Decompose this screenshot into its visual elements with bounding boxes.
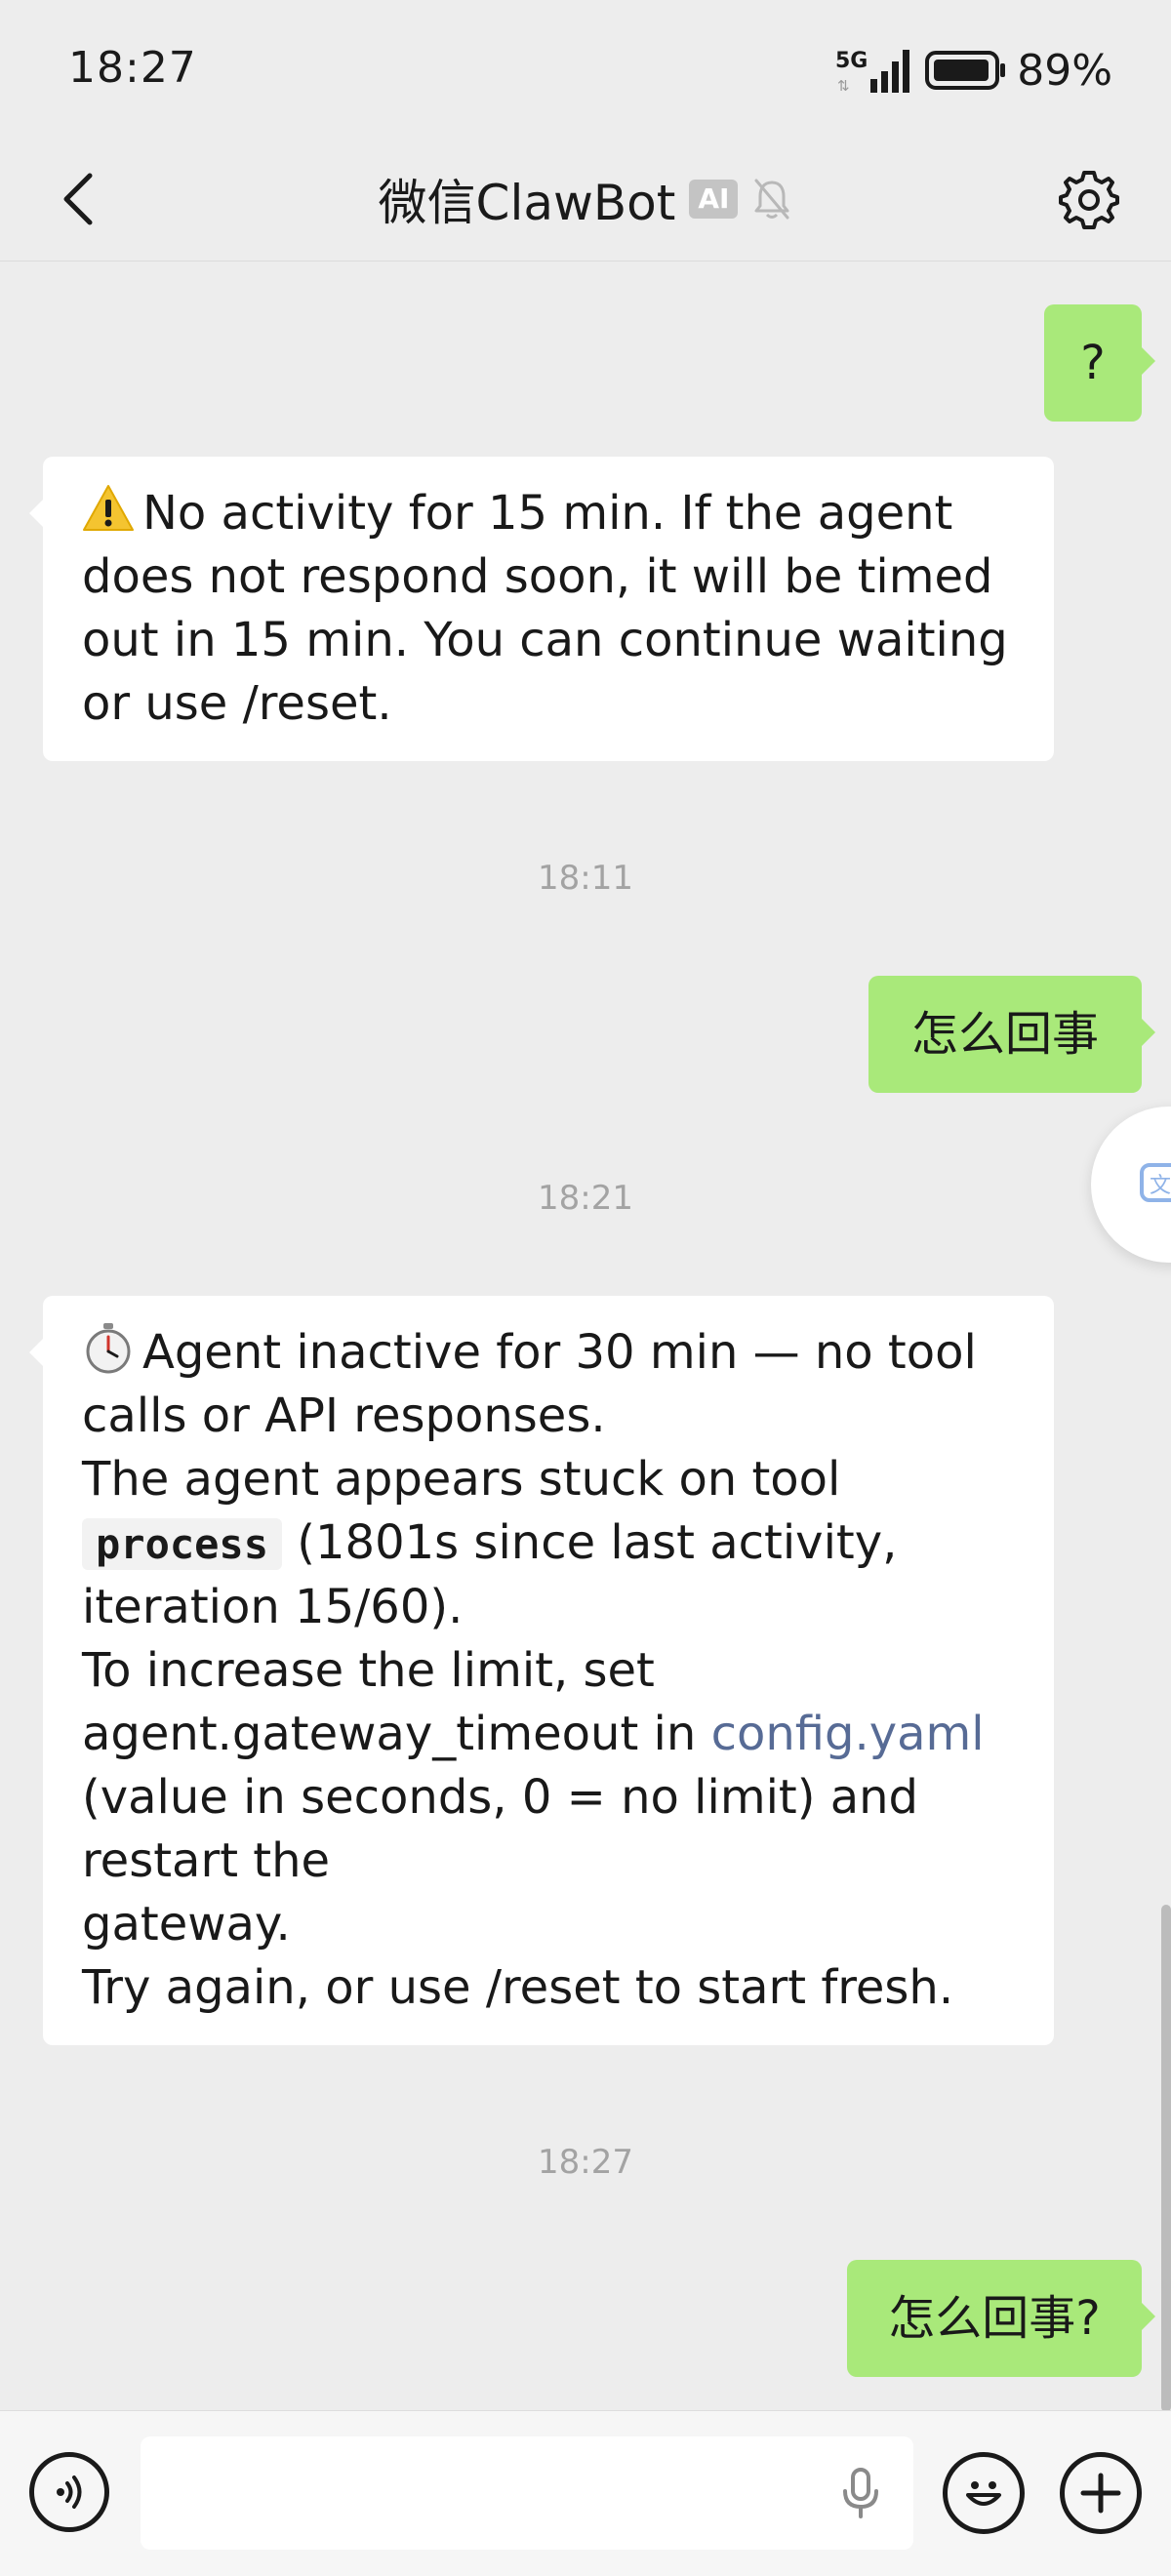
gear-icon <box>1059 171 1119 229</box>
settings-button[interactable] <box>1050 160 1128 238</box>
my-message-bubble[interactable]: 怎么回事 <box>868 976 1155 1093</box>
message-input[interactable] <box>141 2436 913 2550</box>
plus-icon <box>1080 2473 1121 2514</box>
voice-icon <box>57 2475 82 2509</box>
battery-percent: 89% <box>1017 45 1112 96</box>
bot-message-bubble[interactable]: No activity for 15 min. If the agent doe… <box>29 457 1054 761</box>
chat-title: 微信ClawBot <box>378 175 676 231</box>
status-time: 18:27 <box>68 43 197 93</box>
my-message-bubble[interactable]: 怎么回事? <box>847 2260 1155 2377</box>
network-label: 5G <box>835 49 868 73</box>
signal-icon: 5G ⇅ <box>835 49 910 95</box>
message-line: (value in seconds, 0 = no limit) and <box>82 1770 919 1825</box>
config-file-link[interactable]: config.yaml <box>711 1707 985 1761</box>
emoji-icon <box>966 2481 1001 2506</box>
inline-code: process <box>82 1518 283 1570</box>
message-text: 怎么回事 <box>910 1006 1099 1062</box>
voice-button[interactable] <box>29 2452 109 2532</box>
message-line: No activity for 15 min. If the agent <box>142 486 953 541</box>
chat-scrollbar[interactable] <box>1161 1905 1171 2412</box>
status-icons: 5G ⇅ 89% <box>835 43 1112 98</box>
message-text: 怎么回事? <box>888 2290 1101 2346</box>
message-line: Try again, or use /reset to start fresh. <box>82 1960 954 2015</box>
bell-off-icon <box>754 179 789 220</box>
chat-screen: 18:27 5G ⇅ 89% 微信ClawBot AI ? No activit… <box>0 0 1171 2576</box>
plus-button[interactable] <box>1060 2452 1142 2534</box>
warning-icon <box>83 485 134 531</box>
message-line: does not respond soon, it will be timed <box>82 549 993 604</box>
message-line: agent.gateway_timeout in <box>82 1707 697 1761</box>
bot-message-bubble[interactable]: Agent inactive for 30 min — no tool call… <box>29 1296 1054 2045</box>
battery-icon <box>925 51 1006 90</box>
my-message-bubble[interactable]: ? <box>1044 304 1155 422</box>
input-bar <box>0 2410 1171 2576</box>
message-line: The agent appears stuck on tool <box>82 1452 841 1507</box>
message-line: or use /reset. <box>82 676 392 731</box>
message-timestamp: 18:27 <box>538 2143 633 2182</box>
message-text: ? <box>1080 335 1106 390</box>
message-line: out in 15 min. You can continue waiting <box>82 613 1008 667</box>
message-line: Agent inactive for 30 min — no tool <box>142 1325 977 1380</box>
microphone-icon[interactable] <box>831 2464 890 2522</box>
message-line: (1801s since last activity, <box>297 1515 898 1570</box>
message-timestamp: 18:11 <box>538 859 633 898</box>
title-area: 微信ClawBot AI <box>0 160 1171 238</box>
svg-text:⇅: ⇅ <box>837 77 850 95</box>
status-bar: 18:27 5G ⇅ 89% <box>0 0 1171 137</box>
ai-badge: AI <box>689 180 739 219</box>
chat-header: 微信ClawBot AI <box>0 137 1171 262</box>
message-line: gateway. <box>82 1897 291 1952</box>
message-line: calls or API responses. <box>82 1389 606 1443</box>
message-line: restart the <box>82 1833 331 1888</box>
message-line: iteration 15/60). <box>82 1580 464 1634</box>
message-line: To increase the limit, set <box>82 1643 655 1698</box>
message-timestamp: 18:21 <box>538 1179 633 1218</box>
stopwatch-icon <box>86 1323 131 1374</box>
emoji-button[interactable] <box>943 2452 1025 2534</box>
